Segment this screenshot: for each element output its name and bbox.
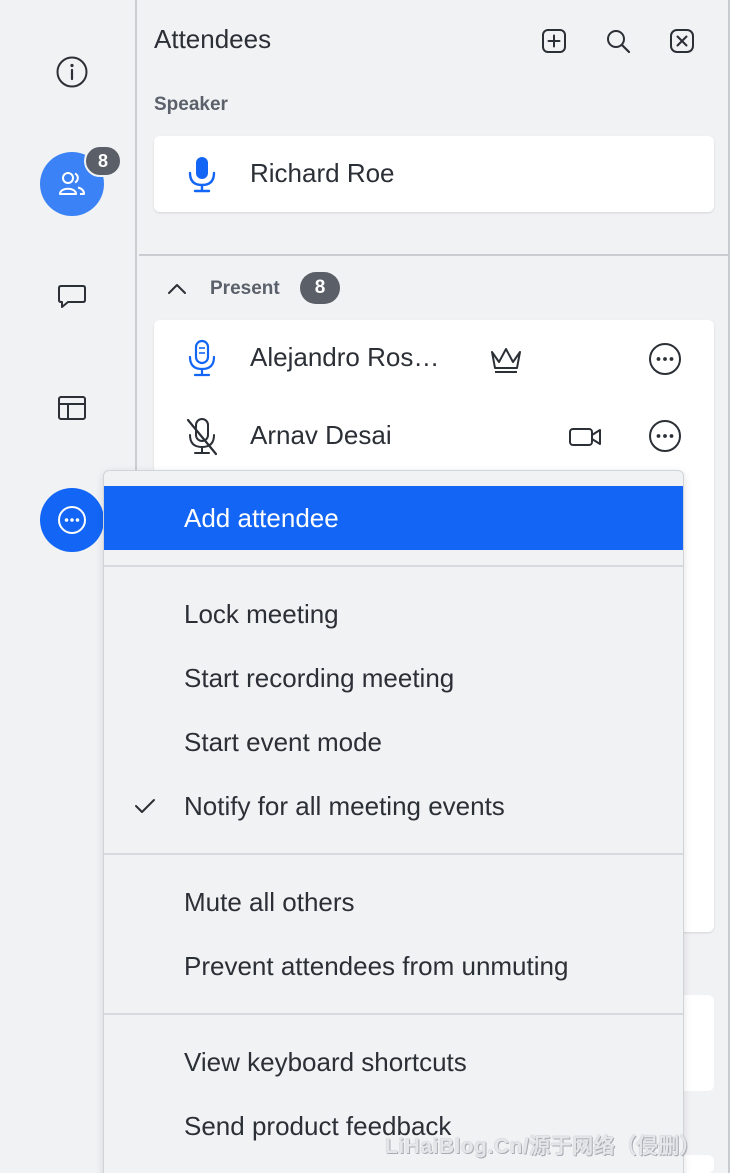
- chevron-up-icon: [168, 284, 186, 294]
- layout-button[interactable]: [40, 376, 104, 440]
- menu-item-add-attendee[interactable]: Add attendee: [104, 486, 683, 550]
- more-options-menu: Add attendee Lock meeting Start recordin…: [103, 470, 684, 1173]
- menu-item-keyboard-shortcuts[interactable]: View keyboard shortcuts: [104, 1030, 683, 1094]
- menu-item-mute-all-others[interactable]: Mute all others: [104, 870, 683, 934]
- info-icon: [56, 56, 88, 88]
- close-panel-button[interactable]: [665, 24, 699, 58]
- attendee-name: Alejandro Ros…: [250, 342, 440, 372]
- checkmark-icon: [135, 799, 155, 813]
- layout-icon: [58, 396, 86, 420]
- people-icon: [59, 172, 85, 195]
- menu-separator: [104, 1013, 683, 1015]
- add-icon: [542, 29, 566, 53]
- mic-active-icon: [188, 157, 216, 193]
- attendee-row[interactable]: Arnav Desai: [154, 398, 714, 474]
- more-icon: [58, 506, 86, 534]
- crown-icon: [491, 348, 521, 373]
- menu-item-start-recording[interactable]: Start recording meeting: [104, 646, 683, 710]
- menu-separator: [104, 853, 683, 855]
- more-options-button[interactable]: [40, 488, 104, 552]
- menu-separator: [104, 565, 683, 567]
- menu-item-prevent-unmuting[interactable]: Prevent attendees from unmuting: [104, 934, 683, 998]
- info-button[interactable]: [40, 40, 104, 104]
- search-icon: [607, 30, 631, 54]
- search-button[interactable]: [601, 24, 635, 58]
- watermark: LiHaiBlog.Cn/源于网络（侵删）: [385, 1135, 702, 1158]
- menu-item-lock-meeting[interactable]: Lock meeting: [104, 582, 683, 646]
- present-section-label: Present: [210, 278, 280, 299]
- panel-title: Attendees: [154, 24, 272, 54]
- background-card: [680, 995, 714, 1091]
- speaker-row[interactable]: Richard Roe: [154, 136, 714, 212]
- attendee-name: Arnav Desai: [250, 420, 392, 450]
- more-options-icon[interactable]: [648, 342, 682, 376]
- speaker-section-label: Speaker: [154, 94, 228, 115]
- close-icon: [670, 29, 694, 53]
- menu-item-notify-all-events[interactable]: Notify for all meeting events: [104, 774, 683, 838]
- attendee-row[interactable]: Alejandro Ros…: [154, 320, 714, 396]
- menu-item-label: Notify for all meeting events: [184, 791, 505, 821]
- speaker-card: Richard Roe: [154, 136, 714, 212]
- speaker-name: Richard Roe: [250, 158, 395, 188]
- add-attendee-header-button[interactable]: [537, 24, 571, 58]
- more-options-icon[interactable]: [648, 419, 682, 453]
- section-divider: [139, 254, 728, 256]
- mic-outline-icon: [188, 339, 216, 377]
- mic-muted-icon: [186, 418, 218, 456]
- chat-button[interactable]: [40, 264, 104, 328]
- video-camera-icon: [569, 428, 601, 446]
- present-count-badge: 8: [300, 272, 340, 304]
- chat-icon: [58, 285, 86, 308]
- attendees-count-badge: 8: [84, 145, 122, 177]
- menu-item-start-event-mode[interactable]: Start event mode: [104, 710, 683, 774]
